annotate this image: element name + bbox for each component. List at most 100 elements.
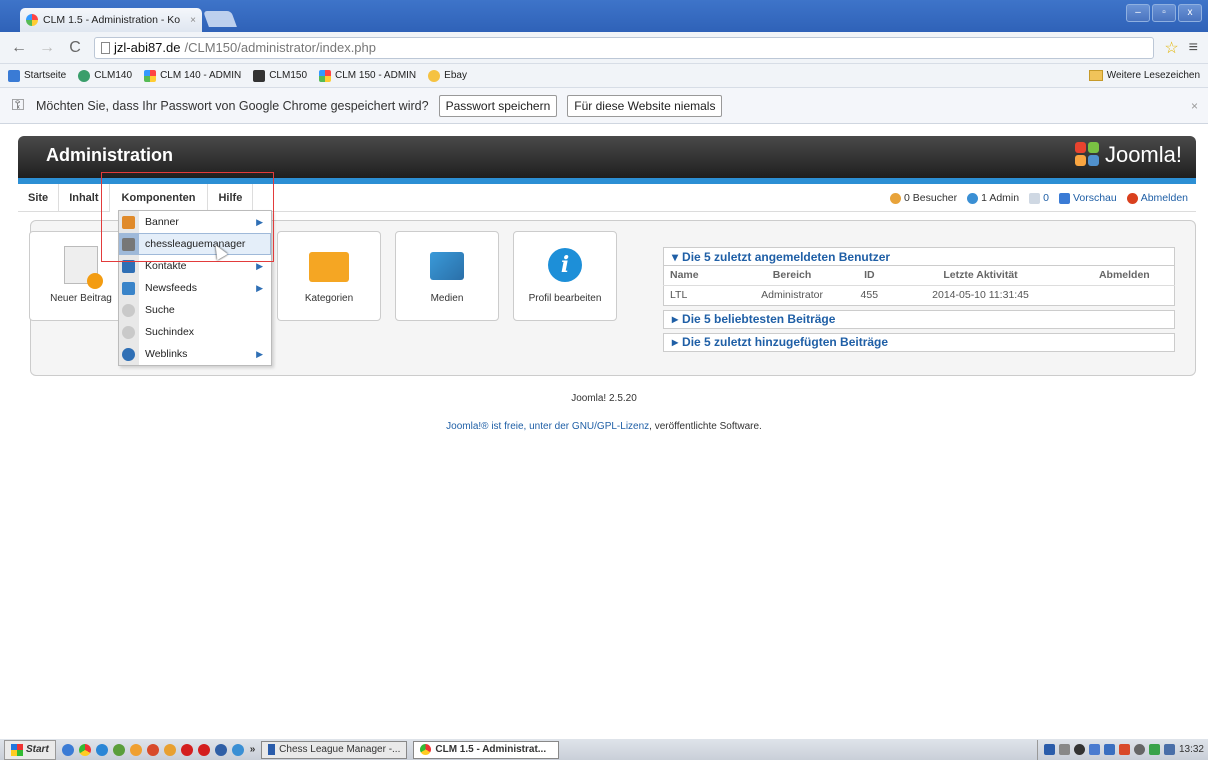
cell-name: LTL bbox=[663, 285, 732, 306]
logout-link[interactable]: Abmelden bbox=[1126, 192, 1188, 204]
opera-icon[interactable] bbox=[197, 743, 210, 756]
tile-label: Neuer Beitrag bbox=[50, 293, 112, 304]
new-tab-button[interactable] bbox=[203, 11, 237, 27]
bookmark-clm140-admin[interactable]: CLM 140 - ADMIN bbox=[144, 69, 241, 82]
chrome-icon[interactable] bbox=[78, 743, 91, 756]
license-line: Joomla!® ist freie, unter der GNU/GPL-Li… bbox=[0, 421, 1208, 432]
users-icon bbox=[890, 192, 902, 204]
cell-logout[interactable] bbox=[1074, 285, 1175, 306]
infobar-message: Möchten Sie, dass Ihr Passwort von Googl… bbox=[36, 98, 429, 113]
globe-icon bbox=[122, 347, 135, 361]
network-icon[interactable] bbox=[1148, 744, 1160, 755]
joomla-icon bbox=[253, 69, 266, 82]
menu-item-newsfeeds[interactable]: Newsfeeds ▶ bbox=[119, 277, 271, 299]
tile-label: Profil bearbeiten bbox=[528, 293, 602, 304]
tray-icon[interactable] bbox=[1163, 744, 1175, 755]
logged-in-users-toggle[interactable]: ▾ Die 5 zuletzt angemeldeten Benutzer bbox=[663, 247, 1175, 266]
key-icon: ⚿ bbox=[11, 96, 25, 114]
messages-icon bbox=[1029, 192, 1041, 204]
tile-label: Kategorien bbox=[304, 293, 354, 304]
quicklaunch-icon[interactable] bbox=[112, 743, 125, 756]
chevron-down-icon: ▾ bbox=[672, 249, 679, 264]
menu-item-suche[interactable]: Suche bbox=[119, 299, 271, 321]
tray-icon[interactable] bbox=[1133, 744, 1145, 755]
tab-title: CLM 1.5 - Administration - Ko bbox=[43, 14, 181, 26]
browser-tab[interactable]: CLM 1.5 - Administration - Ko × bbox=[20, 8, 202, 32]
password-infobar: ⚿ Möchten Sie, dass Ihr Passwort von Goo… bbox=[0, 88, 1208, 124]
col-id: ID bbox=[852, 266, 887, 286]
quicklaunch-icon[interactable] bbox=[214, 743, 227, 756]
reload-icon[interactable]: C bbox=[66, 39, 84, 57]
search-icon bbox=[122, 303, 135, 317]
popular-articles-toggle[interactable]: ▸ Die 5 beliebtesten Beiträge bbox=[663, 309, 1175, 329]
windows-taskbar: Start » Chess League Manager -... CLM 1.… bbox=[0, 738, 1208, 760]
taskbar-chevron-icon[interactable]: » bbox=[250, 744, 256, 755]
col-logout: Abmelden bbox=[1074, 266, 1175, 286]
start-button[interactable]: Start bbox=[4, 739, 56, 760]
submenu-arrow-icon: ▶ bbox=[256, 282, 263, 293]
bookmark-clm150-admin[interactable]: CLM 150 - ADMIN bbox=[319, 69, 416, 82]
tile-media[interactable]: Medien bbox=[395, 231, 499, 321]
address-bar[interactable]: jzl-abi87.de/CLM150/administrator/index.… bbox=[94, 36, 1155, 59]
ie-icon[interactable] bbox=[95, 743, 108, 756]
maximize-button[interactable]: ▫ bbox=[1152, 4, 1176, 22]
tray-icon[interactable] bbox=[1088, 744, 1100, 755]
preview-link[interactable]: Vorschau bbox=[1058, 192, 1117, 204]
cell-id: 455 bbox=[852, 285, 887, 306]
joomla-favicon-icon bbox=[26, 14, 38, 26]
other-bookmarks[interactable]: Weitere Lesezeichen bbox=[1088, 70, 1200, 81]
tray-icon[interactable] bbox=[1118, 744, 1130, 755]
taskbar-item-word[interactable]: Chess League Manager -... bbox=[261, 740, 408, 759]
never-save-button[interactable]: Für diese Website niemals bbox=[567, 94, 723, 117]
taskbar-item-chrome[interactable]: CLM 1.5 - Administrat... bbox=[413, 740, 560, 759]
recent-articles-toggle[interactable]: ▸ Die 5 zuletzt hinzugefügten Beiträge bbox=[663, 332, 1175, 352]
joomla-icon bbox=[319, 69, 332, 82]
quicklaunch-icon[interactable] bbox=[61, 743, 74, 756]
stats-modules: ▾ Die 5 zuletzt angemeldeten Benutzer Nam… bbox=[663, 247, 1175, 356]
messages-status[interactable]: 0 bbox=[1029, 192, 1049, 204]
menu-item-weblinks[interactable]: Weblinks ▶ bbox=[119, 343, 271, 365]
tab-close-icon[interactable]: × bbox=[190, 15, 196, 26]
chrome-menu-icon[interactable]: ≡ bbox=[1189, 39, 1198, 57]
bookmark-star-icon[interactable]: ☆ bbox=[1164, 38, 1178, 58]
table-header-row: Name Bereich ID Letzte Aktivität Abmelde… bbox=[663, 266, 1175, 286]
bookmark-clm150[interactable]: CLM150 bbox=[253, 69, 307, 82]
language-icon[interactable] bbox=[1043, 744, 1055, 755]
gpl-link[interactable]: GNU/GPL-Lizenz bbox=[572, 421, 649, 432]
opera-icon[interactable] bbox=[180, 743, 193, 756]
bookmark-startseite[interactable]: Startseite bbox=[8, 69, 66, 82]
joomla-logo-icon bbox=[1074, 142, 1101, 168]
chevron-right-icon: ▸ bbox=[672, 335, 679, 349]
quicklaunch-icon[interactable] bbox=[129, 743, 142, 756]
infobar-close-icon[interactable]: × bbox=[1191, 99, 1198, 113]
folder-icon bbox=[1088, 70, 1103, 81]
admin-title: Administration bbox=[46, 145, 174, 165]
menu-site[interactable]: Site bbox=[18, 183, 60, 212]
tile-profile[interactable]: i Profil bearbeiten bbox=[513, 231, 617, 321]
bookmark-clm140[interactable]: CLM140 bbox=[78, 69, 132, 82]
license-prefix: Joomla!® ist freie, unter der bbox=[446, 421, 572, 432]
url-path: /CLM150/administrator/index.php bbox=[184, 40, 377, 55]
back-icon[interactable]: ← bbox=[10, 39, 28, 57]
tile-label: Medien bbox=[430, 293, 464, 304]
quicklaunch-icon[interactable] bbox=[163, 743, 176, 756]
volume-icon[interactable] bbox=[1103, 744, 1115, 755]
save-password-button[interactable]: Passwort speichern bbox=[438, 94, 558, 117]
tray-icon[interactable] bbox=[1073, 744, 1085, 755]
bookmarks-bar: Startseite CLM140 CLM 140 - ADMIN CLM150… bbox=[0, 64, 1208, 88]
bookmark-ebay[interactable]: Ebay bbox=[428, 69, 467, 82]
quicklaunch-icon[interactable] bbox=[231, 743, 244, 756]
menu-item-suchindex[interactable]: Suchindex bbox=[119, 321, 271, 343]
license-suffix: , veröffentlichte Software. bbox=[649, 421, 762, 432]
quicklaunch-icon[interactable] bbox=[146, 743, 159, 756]
minimize-button[interactable]: – bbox=[1126, 4, 1150, 22]
preview-icon bbox=[1058, 192, 1070, 204]
admin-icon bbox=[967, 192, 979, 204]
forward-icon[interactable]: → bbox=[38, 39, 56, 57]
tile-categories[interactable]: Kategorien bbox=[277, 231, 381, 321]
url-host: jzl-abi87.de bbox=[114, 40, 181, 55]
tray-icon[interactable] bbox=[1058, 744, 1070, 755]
folder-icon bbox=[309, 252, 349, 282]
close-window-button[interactable]: x bbox=[1178, 4, 1202, 22]
new-article-icon bbox=[64, 246, 103, 289]
